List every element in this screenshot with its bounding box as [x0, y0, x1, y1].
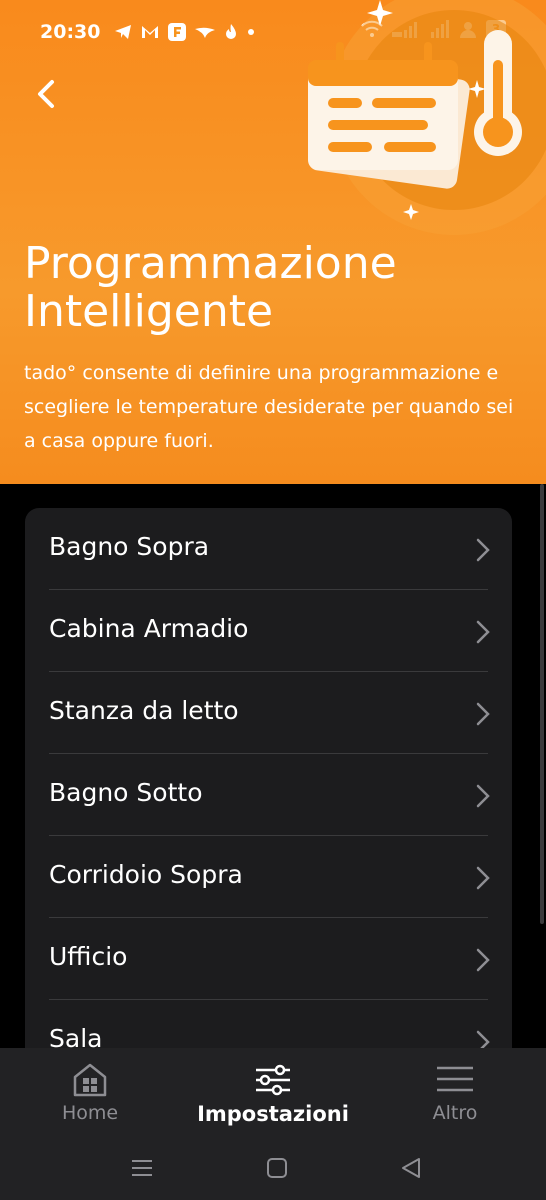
tab-home[interactable]: Home: [40, 1048, 140, 1136]
recent-apps-icon[interactable]: [128, 1154, 156, 1182]
sliders-icon: [256, 1064, 290, 1096]
room-label: Stanza da letto: [49, 696, 239, 725]
scroll-thumb[interactable]: [540, 484, 544, 924]
page-subtitle: tado° consente di definire una programma…: [24, 362, 514, 452]
tab-home-label: Home: [61, 1102, 119, 1124]
title-line-1: Programmazione: [24, 238, 397, 289]
system-navigation-bar: [0, 1136, 546, 1200]
chevron-right-icon: [476, 620, 490, 644]
room-label: Bagno Sotto: [49, 778, 203, 807]
tab-more-label: Altro: [432, 1102, 478, 1124]
room-item-corridoio-sopra[interactable]: Corridoio Sopra: [25, 836, 512, 918]
home-nav-icon[interactable]: [263, 1154, 291, 1182]
title-line-2: Intelligente: [24, 286, 274, 337]
scrollbar[interactable]: [538, 484, 546, 1044]
bottom-tab-bar: Home Impostazioni Altro: [0, 1048, 546, 1136]
header-banner: 20:30 3: [0, 0, 546, 484]
page-title: Programmazione Intelligente: [24, 240, 524, 336]
chevron-right-icon: [476, 948, 490, 972]
gmail-icon: [142, 26, 159, 38]
back-nav-icon[interactable]: [397, 1154, 425, 1182]
home-icon: [73, 1063, 107, 1097]
chevron-right-icon: [476, 866, 490, 890]
room-label: Cabina Armadio: [49, 614, 249, 643]
rooms-list: Bagno Sopra Cabina Armadio Stanza da let…: [25, 508, 512, 1068]
tab-settings[interactable]: Impostazioni: [193, 1048, 353, 1136]
tab-settings-label: Impostazioni: [197, 1102, 349, 1126]
room-item-bagno-sotto[interactable]: Bagno Sotto: [25, 754, 512, 836]
dot-icon: [248, 29, 255, 35]
bird-icon: [195, 27, 216, 38]
status-time: 20:30: [40, 21, 101, 43]
tab-more[interactable]: Altro: [405, 1048, 505, 1136]
room-item-stanza-da-letto[interactable]: Stanza da letto: [25, 672, 512, 754]
chevron-right-icon: [476, 538, 490, 562]
room-item-bagno-sopra[interactable]: Bagno Sopra: [25, 508, 512, 590]
room-item-cabina-armadio[interactable]: Cabina Armadio: [25, 590, 512, 672]
room-item-ufficio[interactable]: Ufficio: [25, 918, 512, 1000]
chevron-right-icon: [476, 702, 490, 726]
room-label: Ufficio: [49, 942, 128, 971]
back-button[interactable]: [28, 72, 68, 116]
notification-icons: [114, 23, 255, 41]
chevron-right-icon: [476, 784, 490, 808]
room-label: Corridoio Sopra: [49, 860, 243, 889]
telegram-icon: [115, 25, 132, 39]
app-f-icon: [168, 23, 187, 41]
fire-icon: [226, 24, 237, 39]
calendar-thermometer-illustration: [308, 0, 546, 235]
menu-icon: [437, 1066, 473, 1092]
room-label: Bagno Sopra: [49, 532, 210, 561]
